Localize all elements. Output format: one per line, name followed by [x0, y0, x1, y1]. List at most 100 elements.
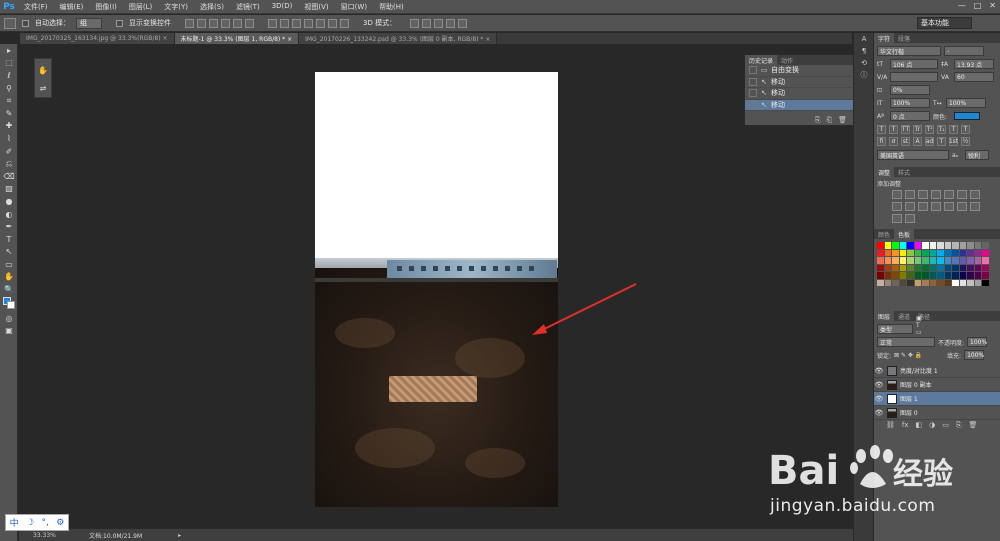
tool-button[interactable]: ⌇: [0, 132, 18, 145]
3d-rotate-icon[interactable]: [410, 18, 420, 28]
threshold-icon[interactable]: [970, 202, 980, 211]
color-swatch[interactable]: [877, 279, 884, 286]
align-top-icon[interactable]: [185, 18, 194, 28]
distribute-top-icon[interactable]: [268, 18, 277, 28]
color-swatch[interactable]: [967, 279, 974, 286]
show-transform-checkbox[interactable]: [116, 19, 123, 27]
document-tab[interactable]: 未标题-1 @ 33.3% (图层 1, RGB/8) * ×: [174, 33, 300, 44]
tool-button[interactable]: ◐: [0, 208, 18, 221]
tool-button[interactable]: ℓ: [0, 69, 18, 82]
align-left-icon[interactable]: [221, 18, 230, 28]
color-swatch[interactable]: [952, 279, 959, 286]
color-swatch[interactable]: [944, 249, 951, 256]
color-swatch[interactable]: [922, 242, 929, 249]
color-swatch[interactable]: [929, 249, 936, 256]
tool-button[interactable]: ⌗: [0, 94, 18, 107]
tab-color[interactable]: 颜色: [874, 229, 894, 239]
align-bottom-icon[interactable]: [209, 18, 218, 28]
eye-icon[interactable]: 👁: [874, 395, 884, 403]
menu-item[interactable]: 视图(V): [298, 2, 334, 12]
3d-drag-icon[interactable]: [434, 18, 444, 28]
curves-icon[interactable]: [918, 190, 928, 199]
channel-mixer-icon[interactable]: [918, 202, 928, 211]
color-swatch[interactable]: [877, 249, 884, 256]
tool-button[interactable]: ⚲: [0, 82, 18, 95]
tool-button[interactable]: ▭: [0, 258, 18, 271]
color-swatch[interactable]: [914, 272, 921, 279]
color-swatch[interactable]: [959, 257, 966, 264]
color-swatch[interactable]: [974, 264, 981, 271]
font-size-field[interactable]: 106 点: [890, 59, 938, 69]
tool-button[interactable]: ✐: [0, 145, 18, 158]
history-source-checkbox[interactable]: [749, 100, 757, 109]
opentype-button[interactable]: st: [901, 137, 910, 146]
color-swatch[interactable]: [877, 264, 884, 271]
opentype-button[interactable]: ad: [925, 137, 934, 146]
color-swatch[interactable]: [937, 272, 944, 279]
distribute-left-icon[interactable]: [304, 18, 313, 28]
invert-icon[interactable]: [944, 202, 954, 211]
menu-item[interactable]: 图层(L): [123, 2, 158, 12]
text-style-button[interactable]: T: [877, 125, 886, 134]
align-hcenter-icon[interactable]: [233, 18, 242, 28]
tab-swatches[interactable]: 色板: [894, 229, 915, 239]
distribute-right-icon[interactable]: [328, 18, 337, 28]
layers-footer-icon[interactable]: ⛓: [886, 421, 895, 429]
menu-item[interactable]: 帮助(H): [373, 2, 410, 12]
eye-icon[interactable]: 👁: [874, 381, 884, 389]
text-style-button[interactable]: T: [889, 125, 898, 134]
color-swatch[interactable]: [884, 257, 891, 264]
color-swatch[interactable]: [884, 242, 891, 249]
color-swatch[interactable]: [937, 257, 944, 264]
color-swatch[interactable]: [967, 264, 974, 271]
menu-item[interactable]: 窗口(W): [335, 2, 373, 12]
menu-item[interactable]: 文件(F): [18, 2, 54, 12]
tool-button[interactable]: ▧: [0, 183, 18, 196]
menu-item[interactable]: 编辑(E): [54, 2, 90, 12]
color-swatch[interactable]: [952, 257, 959, 264]
horizontal-scale-field[interactable]: 100%: [946, 98, 986, 108]
color-swatch[interactable]: [914, 264, 921, 271]
color-swatch[interactable]: [982, 242, 989, 249]
blend-mode-select[interactable]: 正常: [877, 337, 935, 347]
color-swatch[interactable]: [907, 264, 914, 271]
color-swatch[interactable]: [944, 272, 951, 279]
menu-item[interactable]: 图像(I): [89, 2, 123, 12]
color-swatch[interactable]: [944, 279, 951, 286]
opentype-button[interactable]: ơ: [889, 137, 898, 146]
color-swatch[interactable]: [914, 249, 921, 256]
menu-item[interactable]: 选择(S): [194, 2, 230, 12]
fill-field[interactable]: 100%: [964, 350, 984, 360]
move-tool-icon[interactable]: [4, 17, 16, 29]
vibrance-icon[interactable]: [944, 190, 954, 199]
tool-button[interactable]: ▸: [0, 44, 18, 57]
color-swatch[interactable]: [922, 249, 929, 256]
color-swatch[interactable]: [907, 279, 914, 286]
color-swatch[interactable]: [929, 257, 936, 264]
distribute-vcenter-icon[interactable]: [280, 18, 289, 28]
layer-row[interactable]: 👁 图层 0: [874, 406, 1000, 420]
leading-field[interactable]: 13.93 点: [954, 59, 994, 69]
auto-select-dropdown[interactable]: 组: [76, 17, 102, 29]
tool-button[interactable]: ⌫: [0, 170, 18, 183]
eye-icon[interactable]: 👁: [874, 409, 884, 417]
color-swatch[interactable]: [892, 279, 899, 286]
posterize-icon[interactable]: [957, 202, 967, 211]
color-swatch[interactable]: [877, 257, 884, 264]
color-swatch[interactable]: [937, 279, 944, 286]
tool-button[interactable]: ✎: [0, 107, 18, 120]
layer-row[interactable]: 👁 图层 1: [874, 392, 1000, 406]
color-swatch[interactable]: [907, 257, 914, 264]
color-swatch[interactable]: [914, 279, 921, 286]
text-color-swatch[interactable]: [954, 112, 980, 120]
color-swatch[interactable]: [944, 264, 951, 271]
layers-footer-icon[interactable]: ◑: [929, 421, 935, 429]
maximize-icon[interactable]: □: [974, 1, 982, 10]
quick-mask-icon[interactable]: ◎: [0, 312, 18, 325]
color-swatch[interactable]: [974, 279, 981, 286]
tool-button[interactable]: ✒: [0, 220, 18, 233]
menu-item[interactable]: 3D(D): [266, 2, 299, 12]
distribute-bottom-icon[interactable]: [292, 18, 301, 28]
ime-punct-icon[interactable]: °,: [41, 518, 48, 528]
scale-field[interactable]: 0%: [890, 85, 930, 95]
